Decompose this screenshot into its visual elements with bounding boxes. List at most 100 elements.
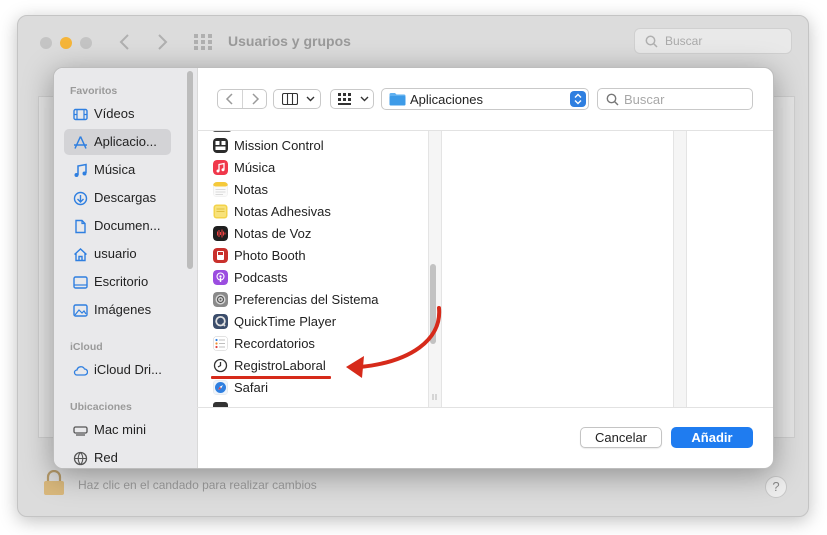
sidebar-item-usuario[interactable]: usuario <box>64 241 171 267</box>
search-icon <box>645 35 658 48</box>
list-item[interactable]: Notas Adhesivas <box>213 201 423 223</box>
sidebar-item-label: iCloud Dri... <box>94 362 162 377</box>
location-label: Aplicaciones <box>410 92 483 107</box>
globe-icon <box>73 451 88 466</box>
file-name: RegistroLaboral <box>234 358 326 373</box>
computer-icon <box>73 426 88 436</box>
columns-view-icon <box>282 93 298 105</box>
music-app-icon <box>213 160 228 175</box>
sidebar-item-label: Imágenes <box>94 302 152 317</box>
cloud-icon <box>73 366 88 376</box>
minimize-light[interactable] <box>60 37 72 49</box>
chevron-left-icon <box>225 93 233 105</box>
column-divider[interactable] <box>673 131 687 407</box>
window-title: Usuarios y grupos <box>228 33 351 49</box>
sidebar-item-documentos[interactable]: Documen... <box>64 213 171 239</box>
list-item[interactable]: Mission Control <box>213 135 423 157</box>
mission-control-icon <box>213 138 228 153</box>
list-item[interactable]: Photo Booth <box>213 245 423 267</box>
sidebar-item-label: Escritorio <box>94 274 149 289</box>
sidebar-item-escritorio[interactable]: Escritorio <box>64 269 171 295</box>
sidebar-item-videos[interactable]: Vídeos <box>64 101 171 127</box>
cancel-button[interactable]: Cancelar <box>580 427 662 448</box>
search-field[interactable] <box>597 88 753 110</box>
file-name: Mission Control <box>234 138 324 153</box>
desktop-icon <box>73 276 88 289</box>
home-icon <box>74 248 87 262</box>
updown-chevron-icon <box>574 93 582 105</box>
sidebar-item-label: Red <box>94 450 118 465</box>
sidebar-section-favoritos: Favoritos <box>70 85 118 97</box>
sidebar-item-aplicaciones[interactable]: Aplicacio... <box>64 129 171 155</box>
clock-icon <box>213 358 228 373</box>
apps-icon <box>74 136 87 149</box>
sidebar-item-icloud-drive[interactable]: iCloud Dri... <box>64 357 171 383</box>
popup-arrows <box>570 91 586 107</box>
grid-group-icon <box>338 93 351 105</box>
forward-button[interactable] <box>243 90 267 108</box>
back-forward-control <box>217 89 267 109</box>
sidebar-item-label: Mac mini <box>94 422 147 437</box>
quicktime-icon <box>213 314 228 329</box>
photo-booth-icon <box>213 248 228 263</box>
notes-app-icon <box>213 182 228 197</box>
lock-icon[interactable] <box>42 470 66 496</box>
sidebar: Favoritos Vídeos Aplicacio... Música Des… <box>54 68 198 468</box>
bg-search-field[interactable]: Buscar <box>634 28 792 54</box>
voice-memos-icon <box>213 226 228 241</box>
sidebar-section-icloud: iCloud <box>70 341 103 353</box>
file-name: Música <box>234 160 276 175</box>
sidebar-item-musica[interactable]: Música <box>64 157 171 183</box>
reminders-icon <box>213 336 228 351</box>
location-popup[interactable]: Aplicaciones <box>381 88 589 110</box>
list-item[interactable]: Notas <box>213 179 423 201</box>
film-icon <box>73 108 88 121</box>
back-button[interactable] <box>218 90 243 108</box>
sidebar-item-imagenes[interactable]: Imágenes <box>64 297 171 323</box>
group-button[interactable] <box>330 89 374 109</box>
list-item[interactable]: Música <box>213 157 423 179</box>
partial-app-icon <box>213 131 231 132</box>
back-arrow-icon[interactable] <box>118 33 132 51</box>
list-item[interactable]: Notas de Voz <box>213 223 423 245</box>
download-icon <box>73 191 88 206</box>
help-button[interactable]: ? <box>765 476 787 498</box>
sidebar-scrollbar[interactable] <box>187 71 193 269</box>
file-name: Notas Adhesivas <box>234 204 331 219</box>
chevron-down-icon <box>360 96 369 102</box>
sidebar-item-red[interactable]: Red <box>64 445 171 468</box>
sidebar-item-descargas[interactable]: Descargas <box>64 185 171 211</box>
file-name: QuickTime Player <box>234 314 337 329</box>
close-light[interactable] <box>40 37 52 49</box>
sidebar-item-label: usuario <box>94 246 137 261</box>
lock-hint-text: Haz clic en el candado para realizar cam… <box>78 478 317 492</box>
annotation-underline <box>211 376 331 379</box>
sidebar-item-label: Aplicacio... <box>94 134 157 149</box>
open-file-dialog: Favoritos Vídeos Aplicacio... Música Des… <box>53 67 774 469</box>
bg-search-placeholder: Buscar <box>665 34 703 48</box>
list-item[interactable]: Podcasts <box>213 267 423 289</box>
zoom-light[interactable] <box>80 37 92 49</box>
forward-arrow-icon[interactable] <box>155 33 169 51</box>
photo-icon <box>73 304 88 317</box>
file-name: Photo Booth <box>234 248 306 263</box>
file-name: Podcasts <box>234 270 288 285</box>
search-icon <box>606 93 619 106</box>
annotation-arrow-icon <box>346 306 442 378</box>
grid-icon[interactable] <box>194 34 212 50</box>
file-name: Notas de Voz <box>234 226 312 241</box>
chevron-down-icon <box>306 96 315 102</box>
sidebar-item-label: Música <box>94 162 136 177</box>
system-preferences-icon <box>213 292 228 307</box>
file-name: Recordatorios <box>234 336 315 351</box>
file-name: Notas <box>234 182 268 197</box>
footer-divider <box>197 407 773 408</box>
sidebar-item-mac-mini[interactable]: Mac mini <box>64 417 171 443</box>
podcasts-icon <box>213 270 228 285</box>
music-note-icon <box>74 163 87 177</box>
add-button[interactable]: Añadir <box>671 427 753 448</box>
sidebar-item-label: Descargas <box>94 190 157 205</box>
search-input[interactable] <box>624 90 748 108</box>
stickies-app-icon <box>213 204 228 219</box>
view-mode-button[interactable] <box>273 89 321 109</box>
